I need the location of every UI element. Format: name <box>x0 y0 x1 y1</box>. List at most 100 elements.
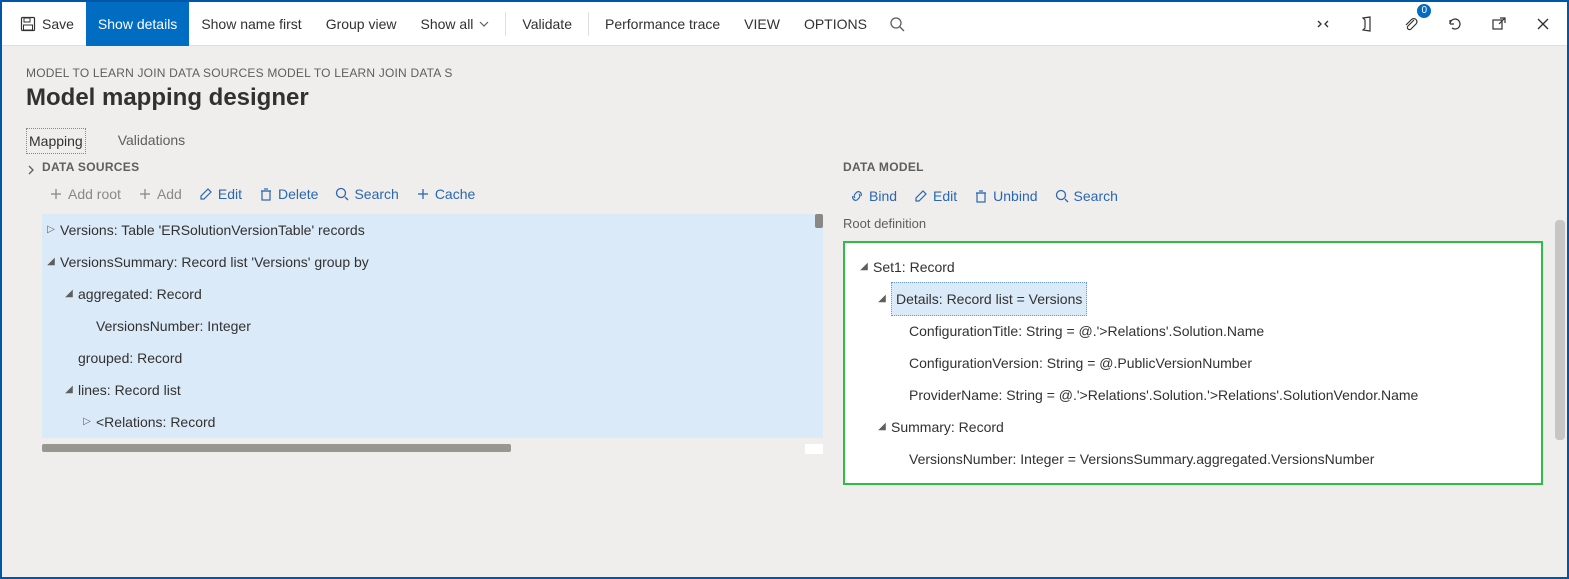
page-vertical-scrollbar[interactable] <box>1555 220 1565 440</box>
chevron-right-icon[interactable]: ▷ <box>42 214 60 246</box>
toolbar: Save Show details Show name first Group … <box>2 2 1567 46</box>
tree-node-versions-number[interactable]: ▷ VersionsNumber: Integer <box>42 310 823 342</box>
bind-button[interactable]: Bind <box>849 188 897 204</box>
connector-button[interactable] <box>1305 6 1341 42</box>
add-button[interactable]: Add <box>137 186 182 202</box>
refresh-button[interactable] <box>1437 6 1473 42</box>
attachments-button[interactable]: 0 <box>1393 6 1429 42</box>
tree-node-aggregated[interactable]: ◢ aggregated: Record <box>42 278 823 310</box>
data-model-header: DATA MODEL <box>843 160 1543 174</box>
search-button[interactable] <box>879 6 915 42</box>
link-icon <box>849 188 865 204</box>
performance-trace-button[interactable]: Performance trace <box>593 2 732 46</box>
tree-label: Set1: Record <box>873 251 955 283</box>
show-name-first-label: Show name first <box>201 16 301 32</box>
data-sources-panel: DATA SOURCES Add root Add Edit <box>26 160 823 577</box>
edit-label: Edit <box>218 186 242 202</box>
chevron-down-icon[interactable]: ◢ <box>855 251 873 283</box>
tree-node-versions-summary[interactable]: ◢ VersionsSummary: Record list 'Versions… <box>42 246 823 278</box>
show-details-button[interactable]: Show details <box>86 2 189 46</box>
ds-tree: ▷ Versions: Table 'ERSolutionVersionTabl… <box>42 214 823 454</box>
group-view-label: Group view <box>326 16 397 32</box>
tree-label: Summary: Record <box>891 411 1004 443</box>
tree-node-grouped[interactable]: ▷ grouped: Record <box>42 342 823 374</box>
dm-edit-label: Edit <box>933 188 957 204</box>
add-root-label: Add root <box>68 186 121 202</box>
tree-label: ConfigurationVersion: String = @.PublicV… <box>909 347 1252 379</box>
content-area: MODEL TO LEARN JOIN DATA SOURCES MODEL T… <box>2 46 1567 577</box>
plus-icon <box>415 186 431 202</box>
save-icon <box>20 16 36 32</box>
chevron-down-icon[interactable]: ◢ <box>60 374 78 406</box>
validate-button[interactable]: Validate <box>510 2 584 46</box>
tabs: Mapping Validations <box>26 128 1543 154</box>
dm-edit-button[interactable]: Edit <box>913 188 957 204</box>
tree-node-set1[interactable]: ◢ Set1: Record <box>855 251 1531 283</box>
tree-label: <Relations: Record <box>96 406 215 438</box>
options-label: OPTIONS <box>804 16 867 32</box>
ds-action-row: Add root Add Edit Delete <box>42 186 823 202</box>
tree-node-versions[interactable]: ▷ Versions: Table 'ERSolutionVersionTabl… <box>42 214 823 246</box>
office-icon <box>1359 16 1375 32</box>
tree-label: ProviderName: String = @.'>Relations'.So… <box>909 379 1418 411</box>
tree-node-lines[interactable]: ◢ lines: Record list <box>42 374 823 406</box>
trash-icon <box>973 188 989 204</box>
tree-node-provider-name[interactable]: ▷ ProviderName: String = @.'>Relations'.… <box>855 379 1531 411</box>
data-sources-header: DATA SOURCES <box>42 160 823 174</box>
popout-button[interactable] <box>1481 6 1517 42</box>
chevron-right-icon <box>26 165 36 175</box>
view-button[interactable]: VIEW <box>732 2 792 46</box>
save-button[interactable]: Save <box>8 2 86 46</box>
cache-button[interactable]: Cache <box>415 186 475 202</box>
tree-label: VersionsNumber: Integer = VersionsSummar… <box>909 443 1374 475</box>
vertical-scrollbar[interactable] <box>815 214 823 228</box>
delete-button[interactable]: Delete <box>258 186 318 202</box>
horizontal-scrollbar[interactable] <box>42 444 511 452</box>
panel-collapse-caret[interactable] <box>26 160 42 178</box>
tree-node-details[interactable]: ◢ Details: Record list = Versions <box>855 283 1531 315</box>
tree-node-configuration-title[interactable]: ▷ ConfigurationTitle: String = @.'>Relat… <box>855 315 1531 347</box>
chevron-down-icon[interactable]: ◢ <box>42 246 60 278</box>
pencil-icon <box>913 188 929 204</box>
show-all-label: Show all <box>421 16 474 32</box>
group-view-button[interactable]: Group view <box>314 2 409 46</box>
chevron-down-icon[interactable]: ◢ <box>60 278 78 310</box>
close-button[interactable] <box>1525 6 1561 42</box>
connector-icon <box>1315 16 1331 32</box>
close-icon <box>1536 17 1550 31</box>
options-button[interactable]: OPTIONS <box>792 2 879 46</box>
tab-mapping[interactable]: Mapping <box>26 128 86 154</box>
edit-button[interactable]: Edit <box>198 186 242 202</box>
cache-label: Cache <box>435 186 475 202</box>
unbind-button[interactable]: Unbind <box>973 188 1037 204</box>
plus-icon <box>137 186 153 202</box>
tree-node-relations[interactable]: ▷ <Relations: Record <box>42 406 823 438</box>
search-icon <box>889 16 905 32</box>
popout-icon <box>1491 16 1507 32</box>
office-button[interactable] <box>1349 6 1385 42</box>
add-root-button[interactable]: Add root <box>48 186 121 202</box>
show-all-button[interactable]: Show all <box>409 2 502 46</box>
show-details-label: Show details <box>98 16 177 32</box>
chevron-down-icon[interactable]: ◢ <box>873 411 891 443</box>
chevron-right-icon[interactable]: ▷ <box>78 406 96 438</box>
tree-label: ConfigurationTitle: String = @.'>Relatio… <box>909 315 1264 347</box>
dm-search-button[interactable]: Search <box>1054 188 1118 204</box>
attachments-badge: 0 <box>1417 4 1431 18</box>
tree-label: Details: Record list = Versions <box>891 282 1087 316</box>
data-model-panel: DATA MODEL Bind Edit Unbind Search <box>843 160 1543 577</box>
show-name-first-button[interactable]: Show name first <box>189 2 313 46</box>
tree-label: VersionsNumber: Integer <box>96 310 251 342</box>
tree-node-dm-versions-number[interactable]: ▷ VersionsNumber: Integer = VersionsSumm… <box>855 443 1531 475</box>
tree-label: Versions: Table 'ERSolutionVersionTable'… <box>60 214 365 246</box>
tree-node-configuration-version[interactable]: ▷ ConfigurationVersion: String = @.Publi… <box>855 347 1531 379</box>
page-title: Model mapping designer <box>26 84 1543 112</box>
tree-node-summary[interactable]: ◢ Summary: Record <box>855 411 1531 443</box>
tree-label: VersionsSummary: Record list 'Versions' … <box>60 246 369 278</box>
tab-validations[interactable]: Validations <box>116 128 187 154</box>
tree-label: grouped: Record <box>78 342 182 374</box>
horizontal-scrollbar-track <box>42 444 823 454</box>
chevron-down-icon[interactable]: ◢ <box>873 283 891 315</box>
unbind-label: Unbind <box>993 188 1037 204</box>
ds-search-button[interactable]: Search <box>334 186 398 202</box>
